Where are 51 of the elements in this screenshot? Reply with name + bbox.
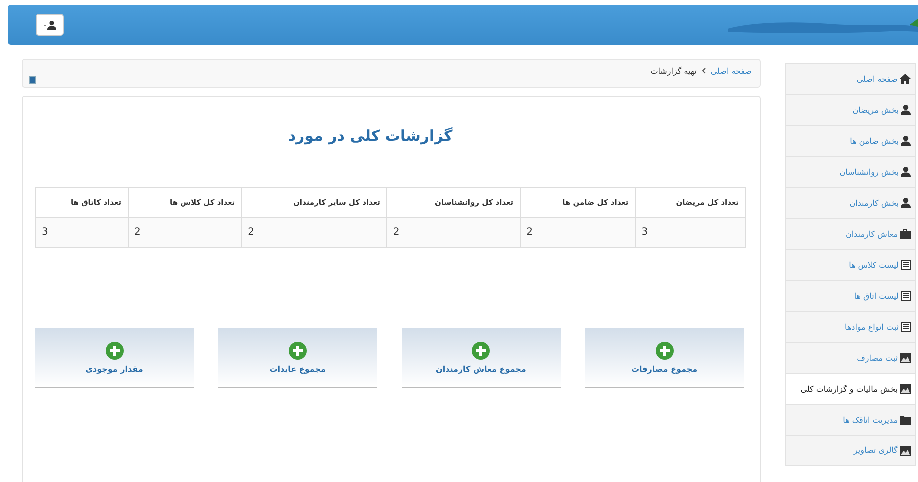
sidebar-item[interactable]: لیست اتاق ها	[785, 280, 916, 311]
sidebar-item[interactable]: گالری تصاویر	[785, 435, 916, 466]
user-icon	[901, 198, 911, 208]
square-icon	[29, 76, 36, 84]
sidebar-item[interactable]: ثبت انواع موادها	[785, 311, 916, 342]
table-cell: 3	[36, 218, 128, 248]
plus-icon	[106, 342, 124, 360]
home-icon	[900, 74, 911, 84]
summary-card[interactable]: مجموع معاش کارمندان	[402, 328, 561, 388]
user-icon	[901, 105, 911, 115]
table-cell: 2	[386, 218, 520, 248]
card-label: مجموع عایدات	[270, 364, 326, 374]
breadcrumb-current: تهیه گزارشات	[650, 67, 697, 76]
sidebar-item[interactable]: لیست کلاس ها	[785, 249, 916, 280]
sidebar-item[interactable]: بخش مالیات و گزارشات کلی	[785, 373, 916, 404]
sidebar-item[interactable]: معاش کارمندان	[785, 218, 916, 249]
picture-icon	[900, 446, 911, 456]
sidebar-item[interactable]: بخش ضامن ها	[785, 125, 916, 156]
breadcrumb-link[interactable]: صفحه اصلی	[710, 67, 752, 76]
summary-card[interactable]: مجموع عایدات	[218, 328, 378, 388]
sidebar-item[interactable]: ثبت مصارف	[785, 342, 916, 373]
picture-icon	[900, 353, 911, 363]
table-cell: 2	[242, 218, 387, 248]
user-icon	[44, 20, 56, 30]
card-label: مجموع مصارفات	[631, 364, 698, 374]
user-icon	[901, 136, 911, 146]
report-title: گزارشات کلی در مورد	[287, 127, 454, 145]
card-label: مقدار موجودی	[86, 364, 144, 374]
plus-icon	[656, 342, 674, 360]
sidebar-item[interactable]: بخش کارمندان	[785, 187, 916, 218]
list-icon	[901, 322, 911, 332]
user-icon	[901, 167, 911, 177]
separator-icon	[702, 67, 706, 76]
card-label: مجموع معاش کارمندان	[436, 364, 526, 374]
summary-card[interactable]: مجموع مصارفات	[585, 328, 744, 388]
folder-icon	[900, 415, 911, 425]
table-cell: 2	[520, 218, 636, 248]
sidebar-item[interactable]: بخش مریضان	[785, 94, 916, 125]
table-cell: 2	[128, 218, 242, 248]
list-icon	[901, 260, 911, 270]
sidebar-item[interactable]: صفحه اصلی	[785, 63, 916, 94]
list-icon	[901, 291, 911, 301]
sidebar-item[interactable]: بخش روانشناسان	[785, 156, 916, 187]
briefcase-icon	[900, 229, 911, 239]
plus-icon	[288, 342, 307, 360]
table-cell: 3	[635, 218, 746, 248]
summary-card[interactable]: مقدار موجودی	[35, 328, 194, 388]
user-menu-button[interactable]	[36, 14, 64, 36]
plus-icon	[472, 342, 490, 360]
sidebar-item[interactable]: مدیریت اتاقک ها	[785, 404, 916, 435]
picture-icon	[900, 384, 911, 394]
